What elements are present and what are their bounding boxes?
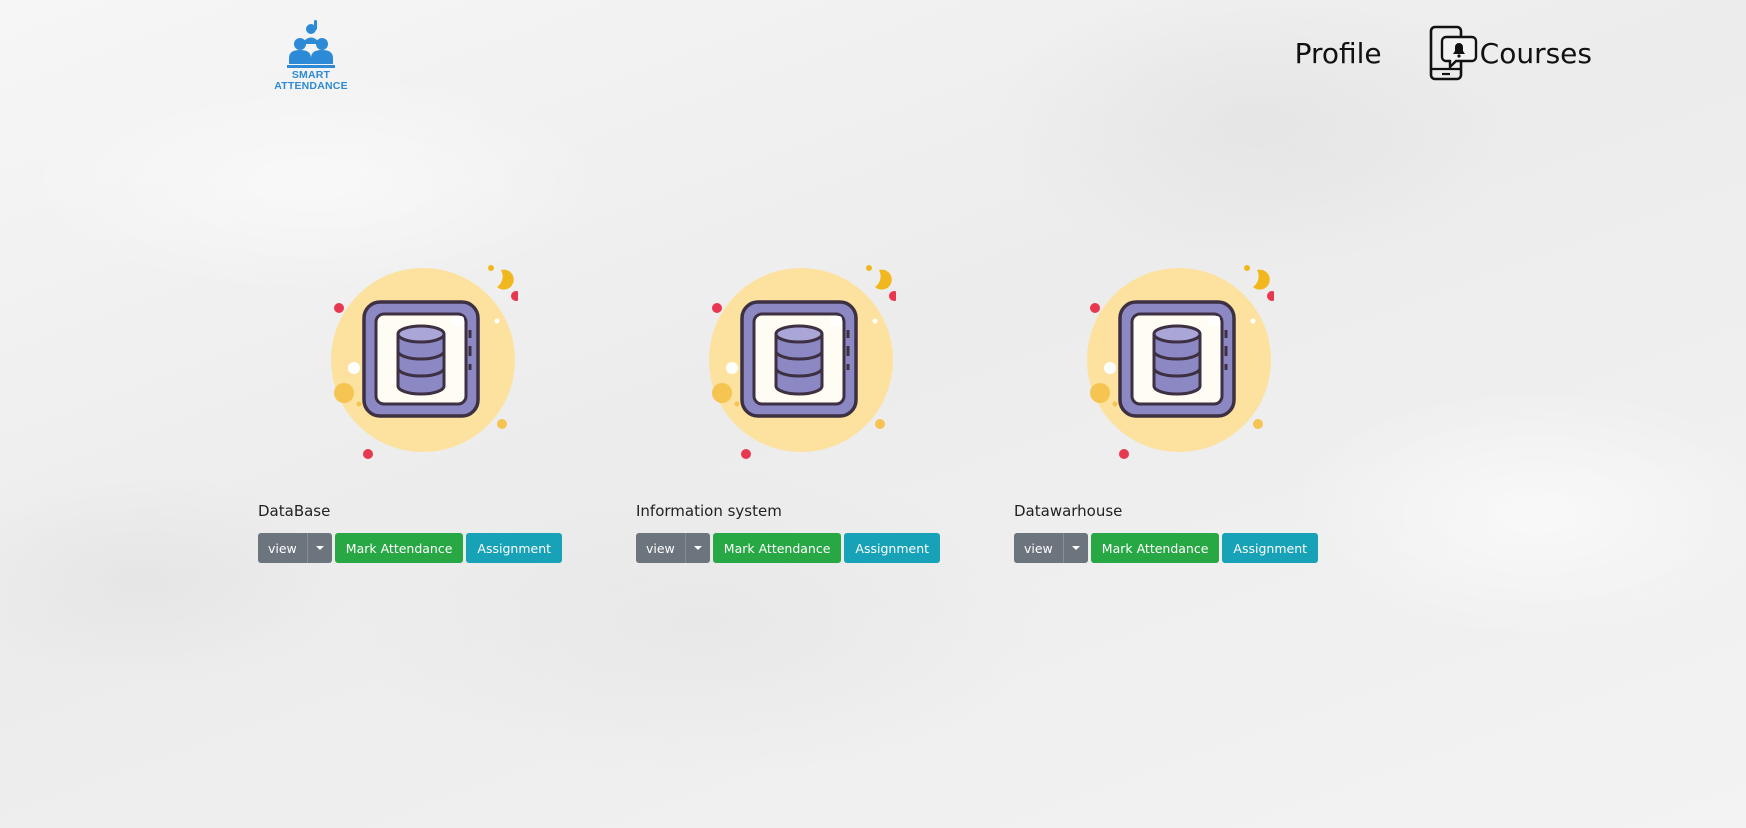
people-logo-icon bbox=[287, 20, 335, 68]
assignment-button[interactable]: Assignment bbox=[466, 533, 563, 563]
course-actions: view Mark Attendance Assignment bbox=[258, 533, 565, 563]
mark-attendance-button[interactable]: Mark Attendance bbox=[334, 533, 464, 563]
view-button-label: view bbox=[646, 540, 675, 556]
mark-attendance-button[interactable]: Mark Attendance bbox=[1090, 533, 1220, 563]
view-dropdown-toggle[interactable] bbox=[1062, 533, 1088, 563]
assignment-button[interactable]: Assignment bbox=[844, 533, 941, 563]
caret-down-icon bbox=[315, 546, 324, 550]
mark-attendance-button[interactable]: Mark Attendance bbox=[712, 533, 842, 563]
nav-courses-link[interactable]: Courses bbox=[1428, 25, 1592, 81]
course-title: DataBase bbox=[258, 502, 331, 520]
view-dropdown-toggle[interactable] bbox=[306, 533, 332, 563]
top-nav: Profile Courses bbox=[1295, 24, 1592, 82]
nav-profile-link[interactable]: Profile bbox=[1295, 37, 1382, 70]
assignment-button[interactable]: Assignment bbox=[1222, 533, 1319, 563]
view-dropdown-toggle[interactable] bbox=[684, 533, 710, 563]
mobile-notification-icon bbox=[1429, 25, 1477, 81]
caret-down-icon bbox=[693, 546, 702, 550]
view-button-label: view bbox=[1024, 540, 1053, 556]
view-dropdown-button[interactable]: view bbox=[258, 533, 332, 563]
database-icon bbox=[709, 265, 896, 459]
course-actions: view Mark Attendance Assignment bbox=[636, 533, 943, 563]
logo-text-line2: ATTENDANCE bbox=[274, 80, 348, 92]
nav-courses-label: Courses bbox=[1479, 36, 1592, 70]
view-dropdown-button[interactable]: view bbox=[1014, 533, 1088, 563]
database-icon bbox=[1087, 265, 1274, 459]
course-title: Datawarhouse bbox=[1014, 502, 1123, 520]
course-title: Information system bbox=[636, 502, 782, 520]
caret-down-icon bbox=[1071, 546, 1080, 550]
course-actions: view Mark Attendance Assignment bbox=[1014, 533, 1321, 563]
view-button-label: view bbox=[268, 540, 297, 556]
database-icon bbox=[331, 265, 518, 459]
smart-attendance-logo[interactable]: SMART ATTENDANCE bbox=[268, 20, 354, 96]
view-dropdown-button[interactable]: view bbox=[636, 533, 710, 563]
